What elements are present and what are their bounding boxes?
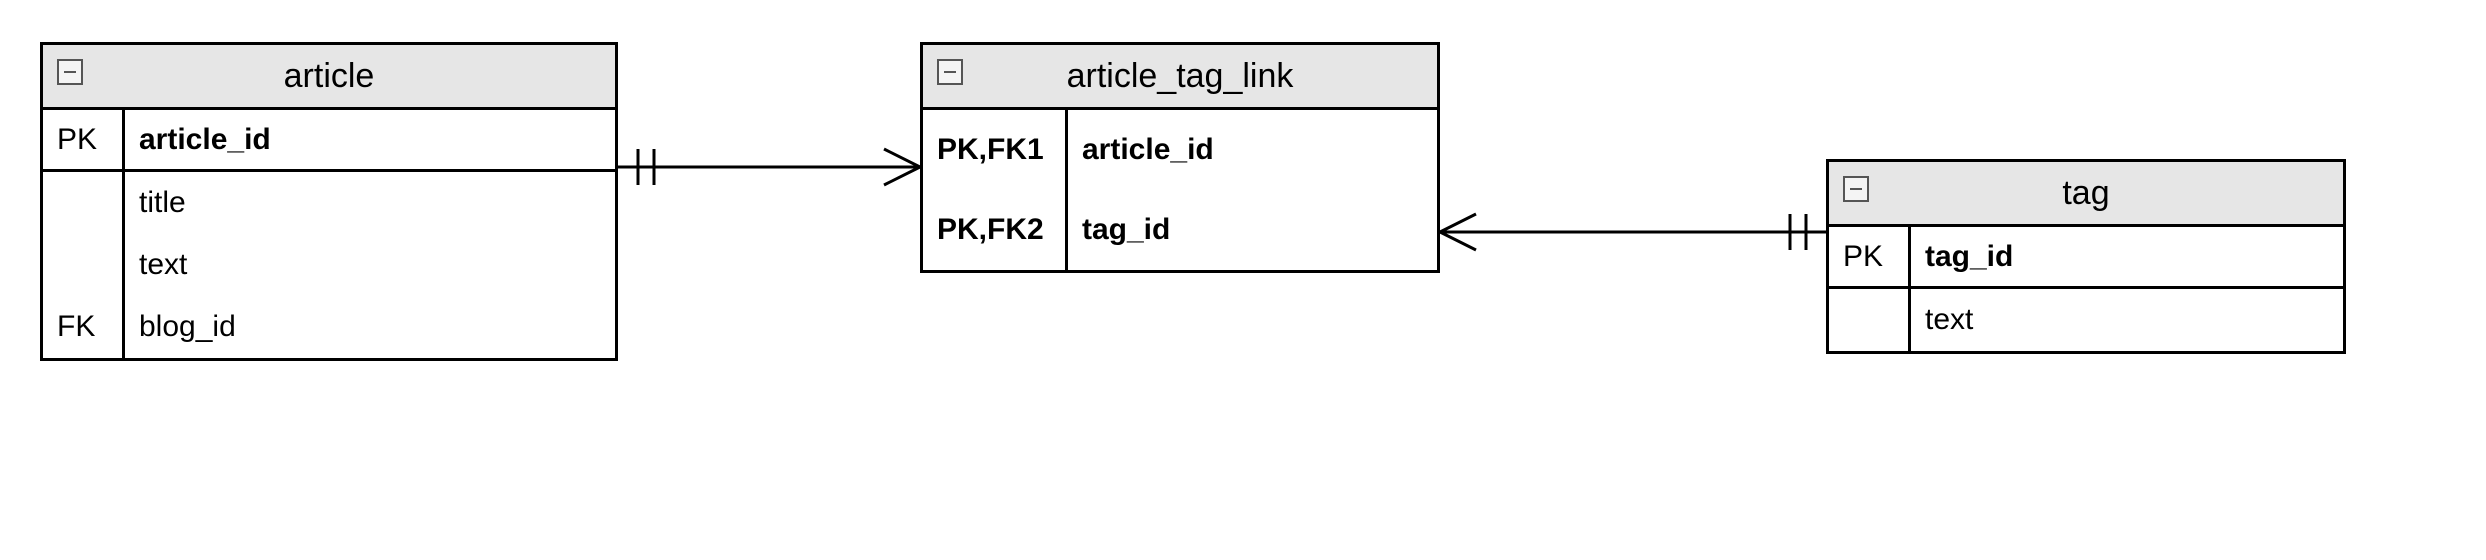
attribute-name: tag_id <box>1068 190 1437 270</box>
key-label: PK,FK1 <box>923 110 1065 190</box>
key-label: FK <box>43 296 122 358</box>
entity-header: article_tag_link <box>923 45 1437 110</box>
key-label <box>43 172 122 234</box>
collapse-icon[interactable] <box>937 59 963 85</box>
attribute-name: article_id <box>1068 110 1437 190</box>
collapse-icon[interactable] <box>57 59 83 85</box>
key-label <box>1829 289 1908 351</box>
collapse-icon[interactable] <box>1843 176 1869 202</box>
entity-article-tag-link: article_tag_link PK,FK1 PK,FK2 article_i… <box>920 42 1440 273</box>
entity-header: article <box>43 45 615 110</box>
entity-title: tag <box>1829 174 2343 213</box>
entity-article: article PK FK article_id title text blog… <box>40 42 618 361</box>
attribute-name: blog_id <box>125 296 615 358</box>
entity-title: article <box>43 57 615 96</box>
key-label: PK <box>43 110 122 172</box>
entity-tag: tag PK tag_id text <box>1826 159 2346 354</box>
attribute-name: text <box>1911 289 2343 351</box>
attribute-name: article_id <box>125 110 615 172</box>
key-label <box>43 234 122 296</box>
key-label: PK <box>1829 227 1908 289</box>
attribute-name: title <box>125 172 615 234</box>
attribute-name: tag_id <box>1911 227 2343 289</box>
key-label: PK,FK2 <box>923 190 1065 270</box>
attribute-name: text <box>125 234 615 296</box>
entity-header: tag <box>1829 162 2343 227</box>
entity-title: article_tag_link <box>923 57 1437 96</box>
